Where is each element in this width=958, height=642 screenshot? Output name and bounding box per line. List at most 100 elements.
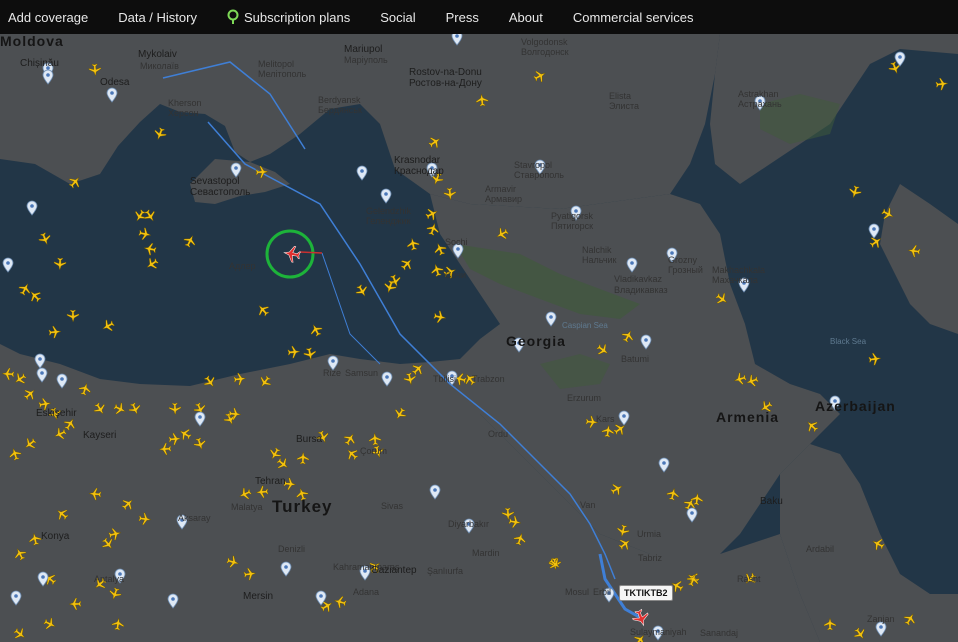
map-label: Владикавказ bbox=[614, 285, 668, 295]
map-label: Sevastopol bbox=[190, 176, 240, 187]
map-label: Grozny bbox=[668, 255, 698, 265]
selected-flight-trail bbox=[299, 251, 323, 254]
map-label: Волгодонск bbox=[521, 47, 569, 57]
map-label: Mariupol bbox=[344, 44, 383, 55]
map-label: Mardin bbox=[472, 548, 500, 558]
map-label: Bursa bbox=[296, 434, 323, 445]
map-label: Volgodonsk bbox=[521, 37, 568, 47]
nav-item-label: Subscription plans bbox=[243, 9, 351, 25]
nav-item-label: Data / History bbox=[118, 9, 197, 25]
map-label: Konya bbox=[41, 531, 70, 542]
map-label: Грозный bbox=[668, 265, 703, 275]
nav-item-label: Social bbox=[380, 9, 416, 25]
map-label: Trabzon bbox=[472, 374, 505, 384]
map-label: Melitopol bbox=[258, 59, 295, 69]
map-label: Ростов-на-Дону bbox=[409, 78, 482, 89]
nav-item-label: Add coverage bbox=[8, 9, 89, 25]
top-nav-bar: Add coverage Data / History Subscription… bbox=[0, 0, 958, 34]
map-label: Махачкала bbox=[712, 275, 758, 285]
map-label: Aksaray bbox=[178, 513, 211, 523]
flight-map[interactable]: Moldova Chișinău Mykolaiv Миколаїв Odesa Kher… bbox=[0, 34, 958, 642]
map-label: Çorum bbox=[360, 446, 388, 456]
map-label: Urmia bbox=[637, 529, 661, 539]
map-label: Tabriz bbox=[638, 553, 663, 563]
map-label: Stavropol bbox=[514, 160, 553, 170]
nav-commercial-services[interactable]: Commercial services bbox=[573, 10, 694, 25]
map-label: Mosul bbox=[565, 587, 590, 597]
map-label: Turkey bbox=[272, 497, 333, 516]
map-label: Georgia bbox=[506, 333, 566, 349]
nav-social[interactable]: Social bbox=[380, 10, 415, 25]
nav-item-label: Commercial services bbox=[572, 9, 694, 25]
map-label: Nalchik bbox=[582, 245, 612, 255]
map-label: Berdyansk bbox=[318, 95, 361, 105]
map-label: Armenia bbox=[716, 409, 780, 425]
nav-data-history[interactable]: Data / History bbox=[118, 10, 197, 25]
map-label: Бердянськ bbox=[318, 105, 362, 115]
nav-subscription-plans[interactable]: Subscription plans bbox=[227, 9, 350, 25]
map-label: Erbil bbox=[593, 587, 612, 597]
map-label: Makhachkala bbox=[712, 265, 766, 275]
map-label: Адлер bbox=[229, 261, 256, 271]
map-label: Ardabil bbox=[806, 544, 835, 554]
map-label: Tehran bbox=[255, 476, 286, 487]
map-label: Mersin bbox=[243, 591, 274, 602]
map-label: Kars bbox=[596, 414, 615, 424]
map-label: Нальчик bbox=[582, 255, 617, 265]
map-label: Armavir bbox=[485, 184, 516, 194]
map-label: Sochi bbox=[445, 237, 468, 247]
map-label: Batumi bbox=[621, 354, 650, 364]
map-label: Севастополь bbox=[190, 187, 251, 198]
map-label: Samsun bbox=[345, 368, 379, 378]
map-label: Pyatigorsk bbox=[551, 211, 594, 221]
map-label: Херсон bbox=[168, 108, 199, 118]
map-pin-icon bbox=[227, 9, 239, 24]
map-label: Астрахань bbox=[738, 99, 782, 109]
map-label: Van bbox=[580, 500, 596, 510]
map-label: Маріуполь bbox=[344, 55, 388, 65]
map-label: Baku bbox=[760, 496, 783, 507]
map-label: Chișinău bbox=[20, 58, 59, 69]
map-label: Армавир bbox=[485, 194, 523, 204]
flight-callsign-label[interactable]: TKTIKTB2 bbox=[619, 585, 673, 601]
map-label: Eskişehir bbox=[36, 408, 77, 419]
nav-press[interactable]: Press bbox=[446, 10, 479, 25]
map-label: Vladikavkaz bbox=[614, 274, 663, 284]
nav-add-coverage[interactable]: Add coverage bbox=[8, 10, 88, 25]
map-label: Ordu bbox=[488, 429, 509, 439]
map-label: Azerbaijan bbox=[815, 398, 896, 414]
map-label: Zanjan bbox=[867, 614, 895, 624]
map-label: Мелітополь bbox=[258, 69, 307, 79]
map-label: Elista bbox=[609, 91, 632, 101]
map-label: Сочи bbox=[445, 270, 467, 280]
map-label: Sanandaj bbox=[700, 628, 739, 638]
map-label: Antalya bbox=[94, 574, 125, 584]
map-label: Astrakhan bbox=[738, 89, 779, 99]
map-label: Black Sea bbox=[830, 337, 867, 346]
map-label: Caspian Sea bbox=[562, 321, 608, 330]
map-label: Adana bbox=[353, 587, 380, 597]
map-label: Миколаїв bbox=[140, 61, 179, 71]
map-label: Rostov-na-Donu bbox=[409, 67, 482, 78]
map-label: Ставрополь bbox=[514, 170, 564, 180]
map-label: Moldova bbox=[0, 34, 64, 49]
map-label: Пятигорск bbox=[551, 221, 594, 231]
map-label: Gelendzhik bbox=[366, 206, 412, 216]
map-label: Краснодар bbox=[394, 166, 444, 177]
map-label: Mykolaiv bbox=[138, 49, 177, 60]
map-label: Rasht bbox=[737, 574, 761, 584]
map-label: Gaziantep bbox=[371, 565, 417, 576]
map-label: Odesa bbox=[100, 77, 130, 88]
map-label: Krasnodar bbox=[394, 155, 441, 166]
map-label: Denizli bbox=[278, 544, 306, 554]
map-label: Rize bbox=[323, 368, 342, 378]
map-label: Kayseri bbox=[83, 430, 117, 441]
nav-about[interactable]: About bbox=[509, 10, 543, 25]
map-label: Diyarbakır bbox=[448, 519, 490, 529]
map-label: Kherson bbox=[168, 98, 202, 108]
map-label: Şanlıurfa bbox=[427, 566, 464, 576]
map-label: Sulaymaniyah bbox=[630, 627, 687, 637]
nav-item-label: About bbox=[508, 9, 543, 25]
map-label: Tbilisi bbox=[433, 374, 457, 384]
nav-item-label: Press bbox=[445, 9, 479, 25]
